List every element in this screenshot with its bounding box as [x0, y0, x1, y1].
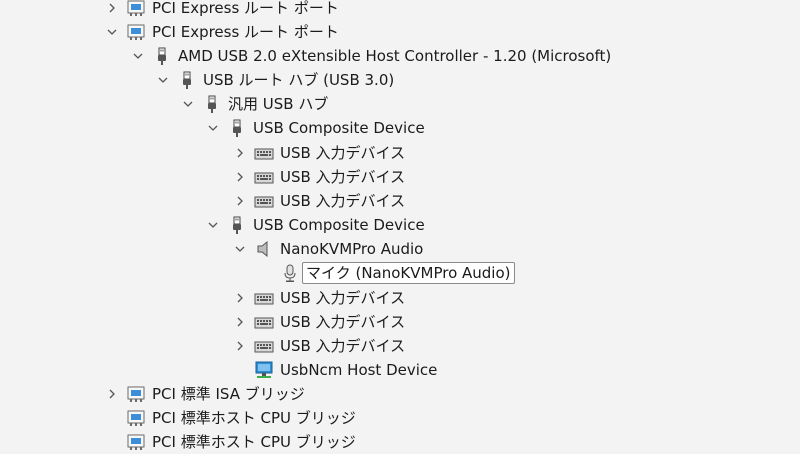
tree-item-label: USB 入力デバイス: [280, 168, 406, 186]
keyboard-device-icon: [254, 167, 274, 187]
chevron-right-icon[interactable]: [232, 314, 248, 330]
tree-item-label: USB 入力デバイス: [280, 144, 406, 162]
tree-item-label: USB ルート ハブ (USB 3.0): [203, 71, 395, 89]
usb-plug-icon: [227, 118, 247, 138]
tree-item-pci-host-cpu-bridge-1[interactable]: PCI 標準ホスト CPU ブリッジ: [126, 406, 356, 430]
pci-bridge-icon: [126, 432, 146, 452]
tree-item-usbncm-host-device[interactable]: UsbNcm Host Device: [254, 358, 437, 382]
network-adapter-icon: [254, 360, 274, 380]
tree-item-label: USB 入力デバイス: [280, 337, 406, 355]
pci-bridge-icon: [126, 384, 146, 404]
pci-bridge-icon: [126, 22, 146, 42]
keyboard-device-icon: [254, 191, 274, 211]
usb-plug-icon: [152, 46, 172, 66]
tree-item-label: NanoKVMPro Audio: [280, 240, 424, 258]
tree-item-label: マイク (NanoKVMPro Audio): [302, 262, 515, 284]
tree-item-usb-input-device-3[interactable]: USB 入力デバイス: [232, 189, 405, 213]
tree-item-usb-input-device-2[interactable]: USB 入力デバイス: [232, 165, 405, 189]
keyboard-device-icon: [254, 336, 274, 356]
chevron-right-icon[interactable]: [232, 193, 248, 209]
tree-item-label: PCI Express ルート ポート: [152, 23, 339, 41]
tree-item-label: UsbNcm Host Device: [280, 361, 438, 379]
chevron-down-icon[interactable]: [232, 241, 248, 257]
tree-item-label: PCI Express ルート ポート: [152, 0, 339, 17]
keyboard-device-icon: [254, 312, 274, 332]
chevron-down-icon[interactable]: [155, 72, 171, 88]
tree-item-usb-composite-device-1[interactable]: USB Composite Device: [205, 116, 425, 140]
pci-bridge-icon: [126, 0, 146, 18]
tree-item-microphone-nanokvmpro[interactable]: マイク (NanoKVMPro Audio): [280, 261, 515, 285]
chevron-down-icon[interactable]: [180, 96, 196, 112]
keyboard-device-icon: [254, 143, 274, 163]
tree-item-usb-composite-device-2[interactable]: USB Composite Device: [205, 213, 425, 237]
chevron-right-icon[interactable]: [104, 386, 120, 402]
tree-item-pci-root-port-2[interactable]: PCI Express ルート ポート: [104, 20, 339, 44]
tree-item-label: AMD USB 2.0 eXtensible Host Controller -…: [178, 47, 612, 65]
tree-item-label: 汎用 USB ハブ: [228, 95, 329, 113]
chevron-right-icon[interactable]: [232, 338, 248, 354]
tree-item-label: PCI 標準 ISA ブリッジ: [152, 385, 305, 403]
usb-plug-icon: [202, 94, 222, 114]
chevron-down-icon[interactable]: [205, 217, 221, 233]
chevron-right-icon[interactable]: [232, 169, 248, 185]
tree-item-pci-isa-bridge[interactable]: PCI 標準 ISA ブリッジ: [104, 382, 305, 406]
tree-item-pci-host-cpu-bridge-2[interactable]: PCI 標準ホスト CPU ブリッジ: [126, 430, 356, 454]
chevron-right-icon[interactable]: [232, 290, 248, 306]
tree-item-label: USB 入力デバイス: [280, 313, 406, 331]
tree-item-usb-input-device-4[interactable]: USB 入力デバイス: [232, 286, 405, 310]
tree-item-usb-input-device-5[interactable]: USB 入力デバイス: [232, 310, 405, 334]
tree-item-label: USB 入力デバイス: [280, 192, 406, 210]
microphone-icon: [280, 263, 300, 283]
tree-item-label: USB Composite Device: [253, 216, 425, 234]
tree-item-label: PCI 標準ホスト CPU ブリッジ: [152, 409, 356, 427]
chevron-down-icon[interactable]: [104, 24, 120, 40]
tree-item-usb-input-device-6[interactable]: USB 入力デバイス: [232, 334, 405, 358]
chevron-down-icon[interactable]: [130, 48, 146, 64]
tree-item-label: PCI 標準ホスト CPU ブリッジ: [152, 433, 356, 451]
tree-item-usb-input-device-1[interactable]: USB 入力デバイス: [232, 141, 405, 165]
tree-item-pci-root-port-1[interactable]: PCI Express ルート ポート: [104, 0, 339, 20]
tree-item-usb-root-hub[interactable]: USB ルート ハブ (USB 3.0): [155, 68, 394, 92]
tree-item-label: USB Composite Device: [253, 119, 425, 137]
chevron-right-icon[interactable]: [104, 0, 120, 16]
chevron-down-icon[interactable]: [205, 120, 221, 136]
usb-plug-icon: [227, 215, 247, 235]
tree-item-amd-usb-host-controller[interactable]: AMD USB 2.0 eXtensible Host Controller -…: [130, 44, 611, 68]
chevron-right-icon[interactable]: [232, 145, 248, 161]
pci-bridge-icon: [126, 408, 146, 428]
speaker-icon: [254, 239, 274, 259]
usb-plug-icon: [177, 70, 197, 90]
tree-item-generic-usb-hub[interactable]: 汎用 USB ハブ: [180, 92, 328, 116]
tree-item-nanokvmpro-audio[interactable]: NanoKVMPro Audio: [232, 237, 423, 261]
keyboard-device-icon: [254, 288, 274, 308]
tree-item-label: USB 入力デバイス: [280, 289, 406, 307]
